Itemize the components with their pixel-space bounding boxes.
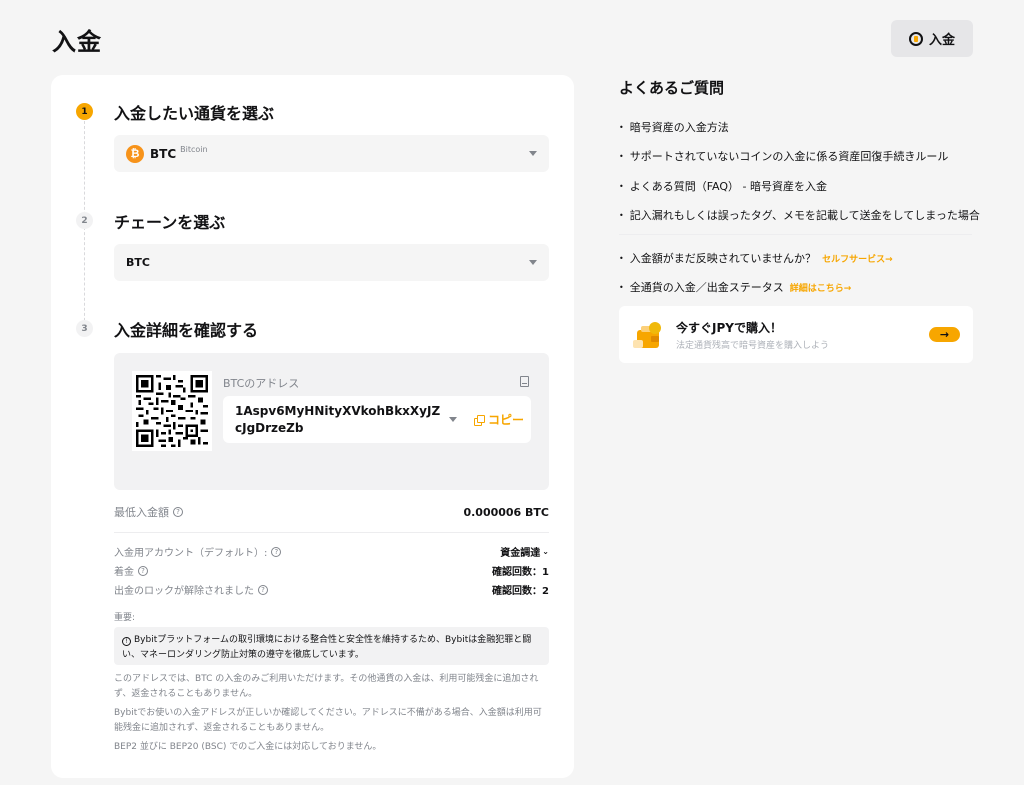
buy-jpy-promo[interactable]: 今すぐJPYで購入！ 法定通貨残高で暗号資産を購入しよう → [619,306,973,363]
wallet-illustration-icon [633,322,661,348]
credit-label: 着金 [114,567,134,578]
credit-row: 着金 ? 確認回数：1 [114,563,549,578]
info-icon: ! [122,637,131,646]
min-deposit-row: 最低入金額 ? 0.000006 BTC [114,504,549,520]
chevron-down-icon: ⌄ [542,547,549,556]
copy-label: コピー [488,413,525,427]
step-3-title: 入金詳細を確認する [114,321,259,340]
unlock-label: 出金のロックが解除されました [114,586,254,597]
address-label: BTCのアドレス [223,377,300,390]
faq-item[interactable]: • サポートされていないコインの入金に係る資産回復手続きルール [619,148,948,164]
address-field: 1Aspv6MyHNityXVkohBkxXyJZcJgDrzeZb コピー [223,396,531,443]
bitcoin-icon: ₿ [126,144,144,163]
status-details-link[interactable]: 詳細はこちら→ [790,281,852,294]
coin-select[interactable]: ₿ BTC Bitcoin [114,135,549,172]
qr-code-image [136,375,208,447]
step-2-badge: 2 [76,212,93,229]
copy-icon [474,414,485,426]
note-bep-unsupported: BEP2 並びに BEP20 (BSC) でのご入金には対応しておりません。 [114,742,382,752]
coin-name: Bitcoin [180,145,208,154]
min-deposit-value: 0.000006 BTC [463,505,549,519]
min-deposit-label: 最低入金額 [114,506,169,519]
unlock-row: 出金のロックが解除されました ? 確認回数：2 [114,582,549,597]
faq-item[interactable]: • 記入漏れもしくは誤ったタグ、メモを記載して送金をしてしまった場合 [619,207,980,223]
address-panel: BTCのアドレス 1Aspv6MyHNityXVkohBkxXyJZcJgDrz… [114,353,549,490]
account-value: 資金調達 [500,548,541,559]
help-icon[interactable]: ? [258,584,268,595]
help-icon[interactable]: ? [138,565,148,576]
step-1-badge: 1 [76,103,93,120]
account-label: 入金用アカウント（デフォルト）: [114,548,268,559]
help-icon[interactable]: ? [271,546,282,557]
help-icon[interactable]: ? [173,507,183,517]
faq-item-text: 記入漏れもしくは誤ったタグ、メモを記載して送金をしてしまった場合 [629,209,980,222]
important-label: 重要: [114,613,136,623]
faq-item-text: サポートされていないコインの入金に係る資産回復手続きルール [629,150,949,163]
faq-divider [619,234,972,235]
faq-item[interactable]: • よくある質問（FAQ） - 暗号資産を入金 [619,178,827,194]
faq-item[interactable]: • 暗号資産の入金方法 [619,119,729,135]
chevron-down-icon[interactable] [449,417,457,422]
status-text: 全通貨の入金／出金ステータス [629,281,784,294]
credit-value: 確認回数：1 [492,567,549,578]
deposit-card: 1 入金したい通貨を選ぶ ₿ BTC Bitcoin 2 チェーンを選ぶ BTC… [51,75,574,778]
coin-symbol: BTC [150,146,177,161]
chevron-down-icon [529,260,537,265]
account-select[interactable]: 資金調達 ⌄ [500,544,549,559]
deposit-coin-icon [908,31,923,46]
step-2-title: チェーンを選ぶ [114,213,226,232]
status-item: • 全通貨の入金／出金ステータス 詳細はこちら→ [619,281,852,294]
pending-text: 入金額がまだ反映されていませんか？ [629,252,817,265]
promo-subtitle: 法定通貨残高で暗号資産を購入しよう [676,341,830,351]
copy-button[interactable]: コピー [474,411,524,428]
note-check-address: Bybitでお使いの入金アドレスが正しいか確認してください。アドレスに不備がある… [114,708,542,733]
pending-deposit-item: • 入金額がまだ反映されていませんか？ セルフサービス→ [619,252,893,265]
compliance-notice: ! Bybitプラットフォームの取引環境における整合性と安全性を維持するため、By… [114,627,549,665]
header-deposit-button[interactable]: 入金 [891,20,973,57]
faq-title: よくあるご質問 [619,79,725,97]
arrow-right-icon[interactable]: → [929,327,960,342]
step-1-title: 入金したい通貨を選ぶ [114,104,275,123]
address-value[interactable]: 1Aspv6MyHNityXVkohBkxXyJZcJgDrzeZb [235,403,445,437]
page-title: 入金 [52,28,102,56]
unlock-value: 確認回数：2 [492,586,549,597]
note-btc-only: このアドレスでは、BTC の入金のみご利用いただけます。その他通貨の入金は、利用… [114,674,539,699]
chain-select[interactable]: BTC [114,244,549,281]
step-3-badge: 3 [76,320,93,337]
header-deposit-label: 入金 [928,33,955,48]
qr-code [132,371,212,451]
faq-item-text: よくある質問（FAQ） - 暗号資産を入金 [629,180,827,193]
faq-item-text: 暗号資産の入金方法 [629,121,729,134]
chain-value: BTC [126,256,150,269]
promo-title: 今すぐJPYで購入！ [676,321,782,335]
chevron-down-icon [529,151,537,156]
document-icon[interactable] [520,376,529,387]
self-service-link[interactable]: セルフサービス→ [822,252,893,265]
notice-text: Bybitプラットフォームの取引環境における整合性と安全性を維持するため、Byb… [122,635,532,660]
account-row: 入金用アカウント（デフォルト）: ? 資金調達 ⌄ [114,544,549,559]
divider [114,532,549,533]
